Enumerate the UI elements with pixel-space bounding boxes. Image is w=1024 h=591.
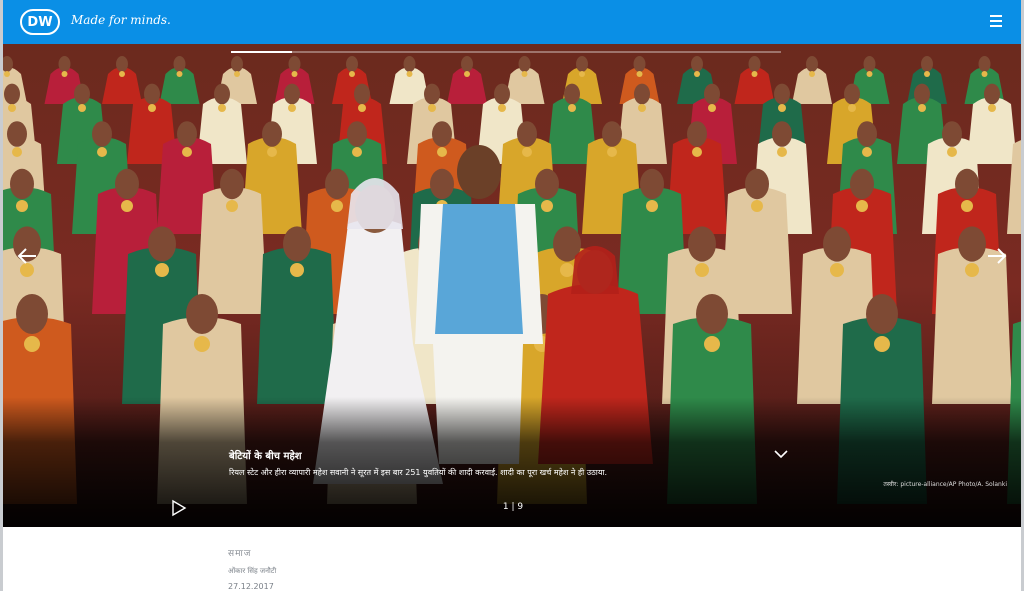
slogan: Made for minds. bbox=[71, 13, 171, 27]
caption-title: बेटियों के बीच महेश bbox=[229, 451, 302, 462]
article-date: 27.12.2017 bbox=[228, 582, 274, 591]
window-border-left bbox=[0, 0, 3, 591]
slide-counter: 1 | 9 bbox=[502, 502, 524, 512]
dw-logo[interactable]: DW bbox=[20, 9, 60, 35]
article-category[interactable]: समाज bbox=[228, 546, 276, 559]
image-gallery[interactable]: बेटियों के बीच महेश रियल स्टेट और हीरा व… bbox=[3, 44, 1021, 527]
caption-text: रियल स्टेट और हीरा व्यापारी महेश सवानी न… bbox=[229, 468, 608, 477]
site-header: DW Made for minds. bbox=[0, 0, 1024, 44]
article-meta: समाज ओंकार सिंह जनौटी 27.12.2017 bbox=[228, 546, 276, 591]
photo-credit: तस्वीर: picture-alliance/AP Photo/A. Sol… bbox=[883, 481, 1007, 488]
menu-icon[interactable] bbox=[990, 15, 1002, 27]
chevron-down-icon[interactable] bbox=[773, 444, 789, 463]
gallery-progress-bar bbox=[231, 51, 781, 53]
arrow-right-icon[interactable] bbox=[984, 244, 1008, 272]
play-icon[interactable] bbox=[171, 499, 187, 521]
article-author: ओंकार सिंह जनौटी bbox=[228, 567, 277, 575]
arrow-left-icon[interactable] bbox=[16, 244, 40, 272]
